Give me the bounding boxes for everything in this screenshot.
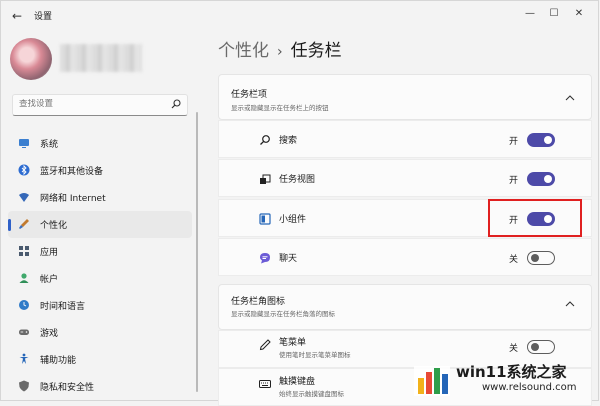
watermark-title: win11系统之家: [456, 363, 567, 381]
sidebar-item-network[interactable]: 网络和 Internet: [8, 184, 192, 211]
setting-label: 搜索: [279, 136, 298, 146]
toggle-state-label: 开: [509, 137, 519, 147]
setting-row-task-view: 任务视图 开: [218, 159, 592, 197]
page-title: 任务栏: [290, 41, 342, 61]
sidebar-item-label: 游戏: [40, 329, 59, 339]
watermark: win11系统之家 www.relsound.com: [412, 360, 590, 398]
setting-description: 使用笔时显示笔菜单图标: [279, 351, 351, 359]
sidebar-item-gaming[interactable]: 游戏: [8, 319, 192, 346]
sidebar-item-apps[interactable]: 应用: [8, 238, 192, 265]
bluetooth-icon: [18, 164, 30, 176]
setting-label: 聊天: [279, 254, 298, 264]
back-button[interactable]: ←: [8, 7, 26, 25]
setting-row-search: 搜索 开: [218, 120, 592, 158]
maximize-button[interactable]: ☐: [541, 4, 567, 24]
app-title: 设置: [34, 12, 53, 22]
search-box[interactable]: [12, 94, 188, 116]
setting-label: 任务视图: [279, 175, 316, 185]
close-button[interactable]: ✕: [566, 4, 592, 24]
toggle-knob: [531, 343, 539, 351]
minimize-button[interactable]: —: [517, 4, 543, 24]
sidebar-item-label: 隐私和安全性: [40, 383, 95, 393]
task-view-icon: [260, 174, 271, 184]
pen-icon: [259, 339, 271, 351]
setting-row-chat: 聊天 关: [218, 238, 592, 276]
setting-label: 触摸键盘: [279, 377, 316, 387]
sidebar-item-label: 蓝牙和其他设备: [40, 167, 104, 177]
search-input[interactable]: [19, 99, 169, 109]
section-title: 任务栏项: [231, 90, 268, 100]
monitor-icon: [19, 139, 29, 148]
sidebar-item-label: 网络和 Internet: [40, 194, 106, 204]
breadcrumb-parent[interactable]: 个性化: [218, 41, 269, 61]
globe-clock-icon: [19, 300, 29, 310]
sidebar-item-label: 时间和语言: [40, 302, 86, 312]
avatar[interactable]: [10, 38, 52, 80]
highlight-box: [488, 199, 582, 237]
search-toggle[interactable]: [527, 133, 555, 147]
chat-toggle[interactable]: [527, 251, 555, 265]
task-view-toggle[interactable]: [527, 172, 555, 186]
brush-icon: [19, 219, 29, 229]
pen-menu-toggle[interactable]: [527, 340, 555, 354]
username-blurred: [60, 44, 142, 72]
sidebar-item-personalization[interactable]: 个性化: [8, 211, 192, 238]
toggle-state-label: 开: [509, 176, 519, 186]
search-icon: [260, 135, 270, 145]
watermark-logo-icon: [414, 366, 450, 396]
setting-description: 始终显示触摸键盘图标: [279, 390, 344, 398]
sidebar-nav: 系统 蓝牙和其他设备 网络和 Internet 个性化 应用 帐户 时间和语言 …: [8, 130, 192, 400]
sidebar-item-accounts[interactable]: 帐户: [8, 265, 192, 292]
toggle-knob: [544, 136, 552, 144]
apps-icon: [19, 246, 29, 256]
sidebar-item-label: 帐户: [40, 275, 59, 285]
account-icon: [19, 273, 29, 283]
section-subtitle: 显示或隐藏显示在任务栏上的按钮: [231, 104, 329, 112]
sidebar-item-system[interactable]: 系统: [8, 130, 192, 157]
accessibility-icon: [19, 353, 29, 364]
sidebar-item-time-language[interactable]: 时间和语言: [8, 292, 192, 319]
widgets-icon: [259, 213, 271, 225]
chat-icon: [260, 253, 270, 264]
section-subtitle: 显示或隐藏显示在任务栏角落的图标: [231, 310, 335, 318]
sidebar-scrollbar[interactable]: [196, 112, 198, 392]
sidebar-item-label: 应用: [40, 248, 59, 258]
section-header-taskbar-items[interactable]: 任务栏项 显示或隐藏显示在任务栏上的按钮: [218, 74, 592, 120]
sidebar-item-privacy[interactable]: 隐私和安全性: [8, 373, 192, 400]
shield-icon: [19, 380, 29, 392]
sidebar-item-label: 系统: [40, 140, 59, 150]
toggle-state-label: 关: [509, 255, 519, 265]
sidebar-item-accessibility[interactable]: 辅助功能: [8, 346, 192, 373]
toggle-state-label: 关: [509, 344, 519, 354]
sidebar-item-label: 个性化: [40, 221, 68, 231]
sidebar-item-label: 辅助功能: [40, 356, 77, 366]
title-bar: ← 设置 — ☐ ✕: [0, 0, 600, 32]
search-icon[interactable]: [171, 99, 181, 109]
sidebar-item-bluetooth[interactable]: 蓝牙和其他设备: [8, 157, 192, 184]
active-indicator: [8, 219, 11, 231]
section-header-corner-icons[interactable]: 任务栏角图标 显示或隐藏显示在任务栏角落的图标: [218, 284, 592, 330]
keyboard-icon: [259, 380, 271, 388]
wifi-icon: [19, 193, 29, 202]
breadcrumb: 个性化 › 任务栏: [218, 36, 342, 61]
gamepad-icon: [19, 329, 29, 335]
chevron-up-icon[interactable]: [565, 94, 575, 102]
toggle-knob: [544, 175, 552, 183]
toggle-knob: [531, 254, 539, 262]
chevron-up-icon[interactable]: [565, 300, 575, 308]
setting-label: 小组件: [279, 215, 307, 225]
watermark-url: www.relsound.com: [482, 382, 577, 393]
section-title: 任务栏角图标: [231, 297, 286, 307]
breadcrumb-separator: ›: [277, 44, 283, 60]
setting-label: 笔菜单: [279, 338, 307, 348]
